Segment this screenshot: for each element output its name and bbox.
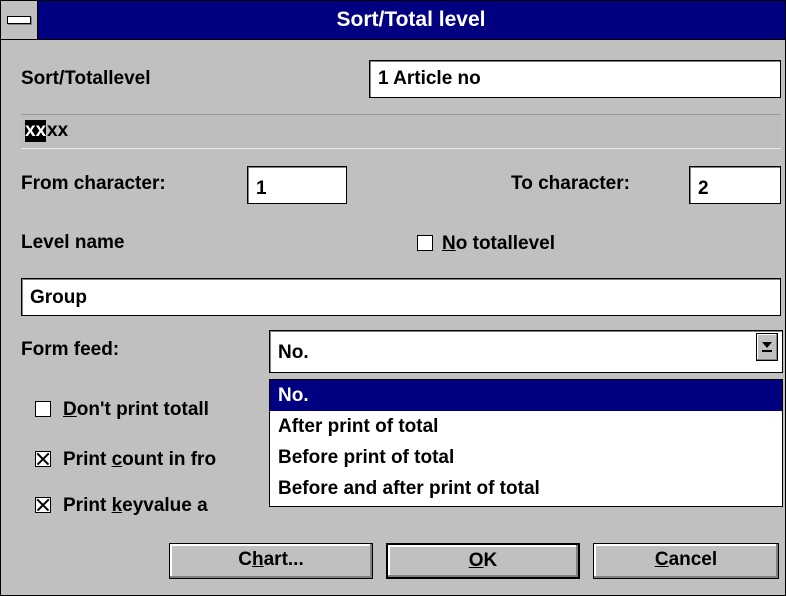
list-item[interactable]: Before and after print of total: [270, 473, 782, 504]
level-name-field[interactable]: Group: [21, 278, 781, 316]
dont-print-total-label: Don't print totall: [63, 399, 209, 420]
title-bar: Sort/Total level: [1, 1, 785, 40]
key-pattern-strip: xx xx: [21, 114, 781, 149]
print-keyvalue-box[interactable]: [35, 497, 51, 513]
chart-button[interactable]: Chart...: [169, 543, 373, 579]
minus-icon: [7, 16, 31, 24]
window-title: Sort/Total level: [336, 8, 486, 31]
key-pattern-highlighted: xx: [25, 120, 47, 142]
system-menu-button[interactable]: [1, 1, 38, 39]
from-character-field[interactable]: 1: [247, 166, 347, 204]
print-count-label: Print count in fro: [63, 449, 217, 470]
no-totallevel-box[interactable]: [417, 235, 433, 251]
print-count-box[interactable]: [35, 451, 51, 467]
ok-button[interactable]: OK: [386, 543, 580, 579]
to-character-field[interactable]: 2: [689, 166, 781, 204]
list-item[interactable]: No.: [270, 380, 782, 411]
dont-print-total-box[interactable]: [35, 401, 51, 417]
sort-total-level-dialog: Sort/Total level Sort/Totallevel 1 Artic…: [0, 0, 786, 596]
form-feed-label: Form feed:: [21, 339, 120, 360]
from-character-label: From character:: [21, 173, 166, 194]
list-item[interactable]: Before print of total: [270, 442, 782, 473]
no-totallevel-label: No totallevel: [442, 233, 555, 254]
dropdown-arrow-icon[interactable]: [756, 333, 778, 361]
to-character-label: To character:: [511, 173, 630, 194]
sort-total-level-field[interactable]: 1 Article no: [369, 60, 781, 98]
print-keyvalue-label: Print keyvalue a: [63, 495, 208, 516]
level-name-label: Level name: [21, 232, 125, 253]
form-feed-dropdown-list[interactable]: No. After print of total Before print of…: [269, 379, 783, 507]
form-feed-select[interactable]: No.: [269, 330, 783, 373]
key-pattern-rest: xx: [47, 120, 69, 141]
sort-total-level-label: Sort/Totallevel: [21, 68, 151, 89]
list-item[interactable]: After print of total: [270, 411, 782, 442]
cancel-button[interactable]: Cancel: [593, 543, 779, 579]
